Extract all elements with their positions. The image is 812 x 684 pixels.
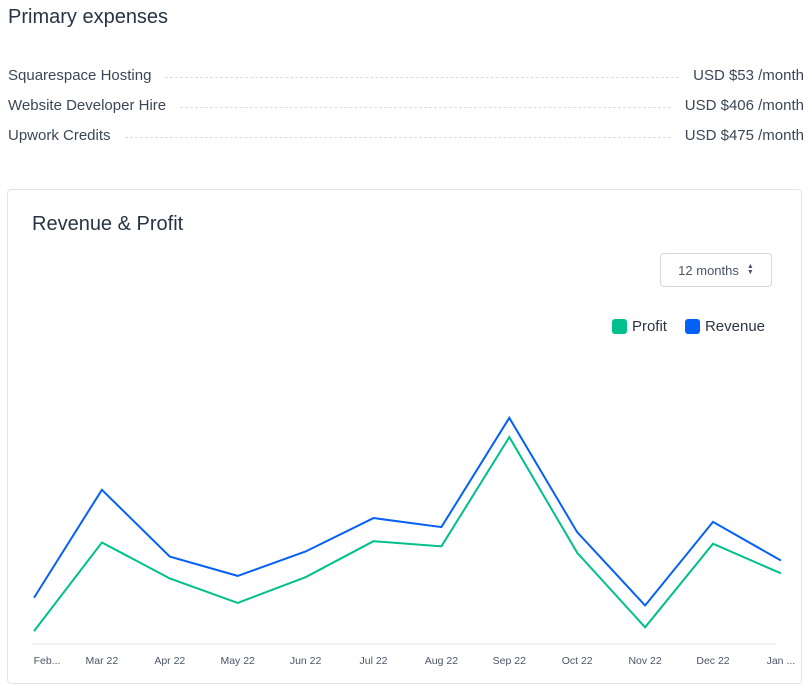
expense-amount: USD $53 /month — [693, 66, 804, 84]
expense-name: Website Developer Hire — [8, 96, 167, 114]
sort-caret-icon: ▲ ▼ — [746, 263, 754, 276]
x-tick-label: Feb... — [34, 655, 61, 667]
expense-amount: USD $406 /month — [684, 96, 804, 114]
x-tick-label: Nov 22 — [628, 655, 661, 667]
chart-legend: Profit Revenue — [611, 318, 765, 335]
expenses-title: Primary expenses — [8, 6, 169, 28]
x-tick-label: Oct 22 — [562, 655, 593, 667]
x-tick-label: Apr 22 — [154, 655, 185, 667]
legend-item-revenue[interactable]: Revenue — [684, 318, 765, 335]
legend-label-revenue: Revenue — [704, 318, 765, 335]
expense-list: Squarespace Hosting USD $53 /month Websi… — [8, 60, 804, 150]
legend-label-profit: Profit — [631, 318, 667, 335]
revenue-profit-card: Feb... Mar 22 Apr 22 May 22 Jun 22 Jul 22 Aug … — [7, 189, 802, 684]
dotted-leader — [180, 106, 671, 108]
expense-name: Squarespace Hosting — [8, 66, 152, 84]
expense-amount: USD $475 /month — [684, 126, 804, 144]
x-tick-label: Jun 22 — [290, 655, 322, 667]
x-tick-label: Mar 22 — [86, 655, 119, 667]
x-tick-label: May 22 — [220, 655, 255, 667]
x-tick-label: Jul 22 — [359, 655, 387, 667]
legend-swatch-revenue — [684, 319, 700, 334]
legend-item-profit[interactable]: Profit — [611, 318, 667, 335]
range-select-label: 12 months — [678, 262, 739, 278]
x-tick-label: Jan ... — [767, 655, 796, 667]
expense-row-upwork: Upwork Credits USD $475 /month — [8, 120, 804, 150]
x-tick-label: Dec 22 — [696, 655, 729, 667]
dotted-leader — [124, 136, 671, 138]
x-tick-label: Sep 22 — [493, 655, 526, 667]
series-line-revenue — [33, 415, 782, 607]
card-title: Revenue & Profit — [32, 213, 184, 235]
legend-swatch-profit — [611, 319, 627, 334]
expense-name: Upwork Credits — [8, 126, 111, 144]
expense-row-squarespace: Squarespace Hosting USD $53 /month — [8, 60, 804, 90]
range-select[interactable]: 12 months ▲ ▼ — [660, 253, 772, 287]
x-tick-label: Aug 22 — [425, 655, 458, 667]
dotted-leader — [165, 76, 680, 78]
expense-row-developer: Website Developer Hire USD $406 /month — [8, 90, 804, 120]
